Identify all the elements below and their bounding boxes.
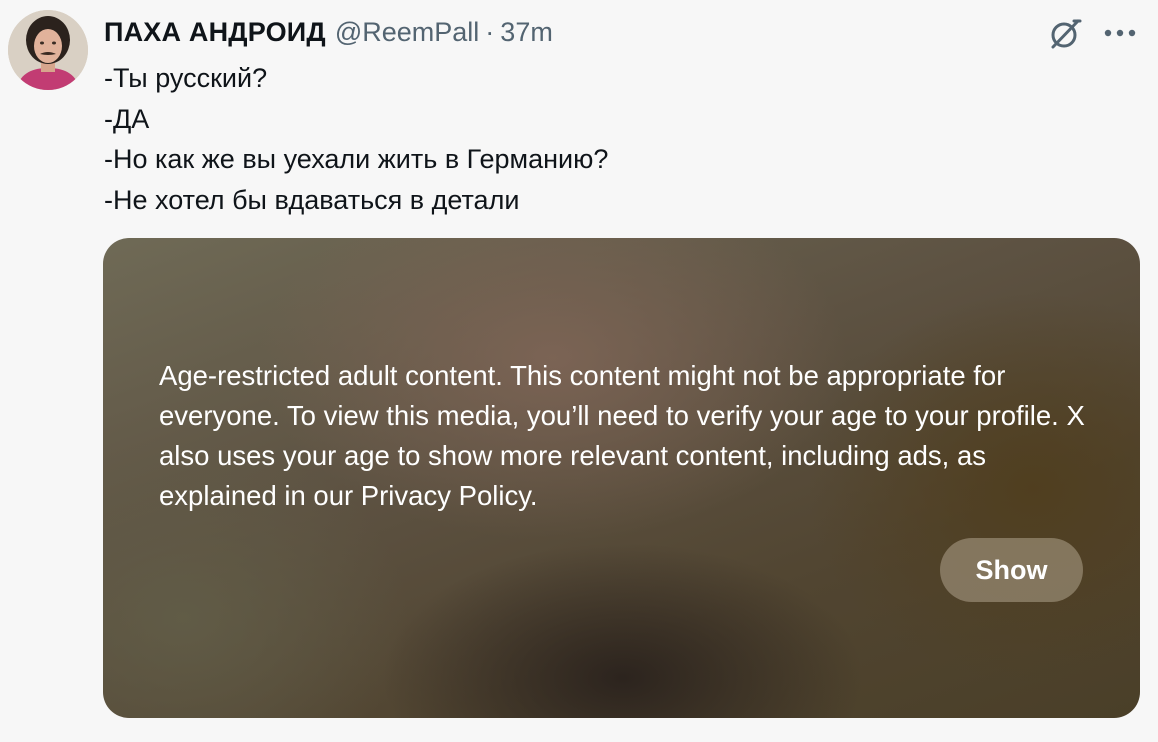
display-name[interactable]: ПАХА АНДРОИД	[104, 17, 326, 48]
separator-dot: ·	[485, 16, 495, 47]
more-horizontal-icon	[1104, 29, 1136, 37]
tweet-line: -Но как же вы уехали жить в Германию?	[104, 144, 609, 174]
grok-slash-circle-icon	[1051, 19, 1082, 49]
tweet-line: -Ты русский?	[104, 63, 268, 93]
more-icon[interactable]	[1100, 16, 1140, 50]
tweet-line: -Не хотел бы вдаваться в детали	[104, 184, 520, 215]
timestamp[interactable]: 37m	[500, 17, 553, 48]
tweet: ПАХА АНДРОИД @ReemPall · 37m -Ты русский…	[0, 0, 1158, 742]
grok-icon[interactable]	[1045, 14, 1085, 54]
age-restricted-media[interactable]: Age-restricted adult content. This conte…	[103, 238, 1140, 718]
show-media-button[interactable]: Show	[940, 538, 1083, 602]
tweet-text: -Ты русский? -ДА -Но как же вы уехали жи…	[104, 58, 1124, 220]
age-restriction-notice: Age-restricted adult content. This conte…	[159, 360, 1085, 511]
user-handle[interactable]: @ReemPall	[335, 17, 479, 48]
avatar[interactable]	[8, 10, 88, 90]
tweet-header: ПАХА АНДРОИД @ReemPall · 37m	[104, 14, 553, 50]
tweet-line: -ДА	[104, 103, 150, 134]
avatar-image	[8, 10, 88, 90]
